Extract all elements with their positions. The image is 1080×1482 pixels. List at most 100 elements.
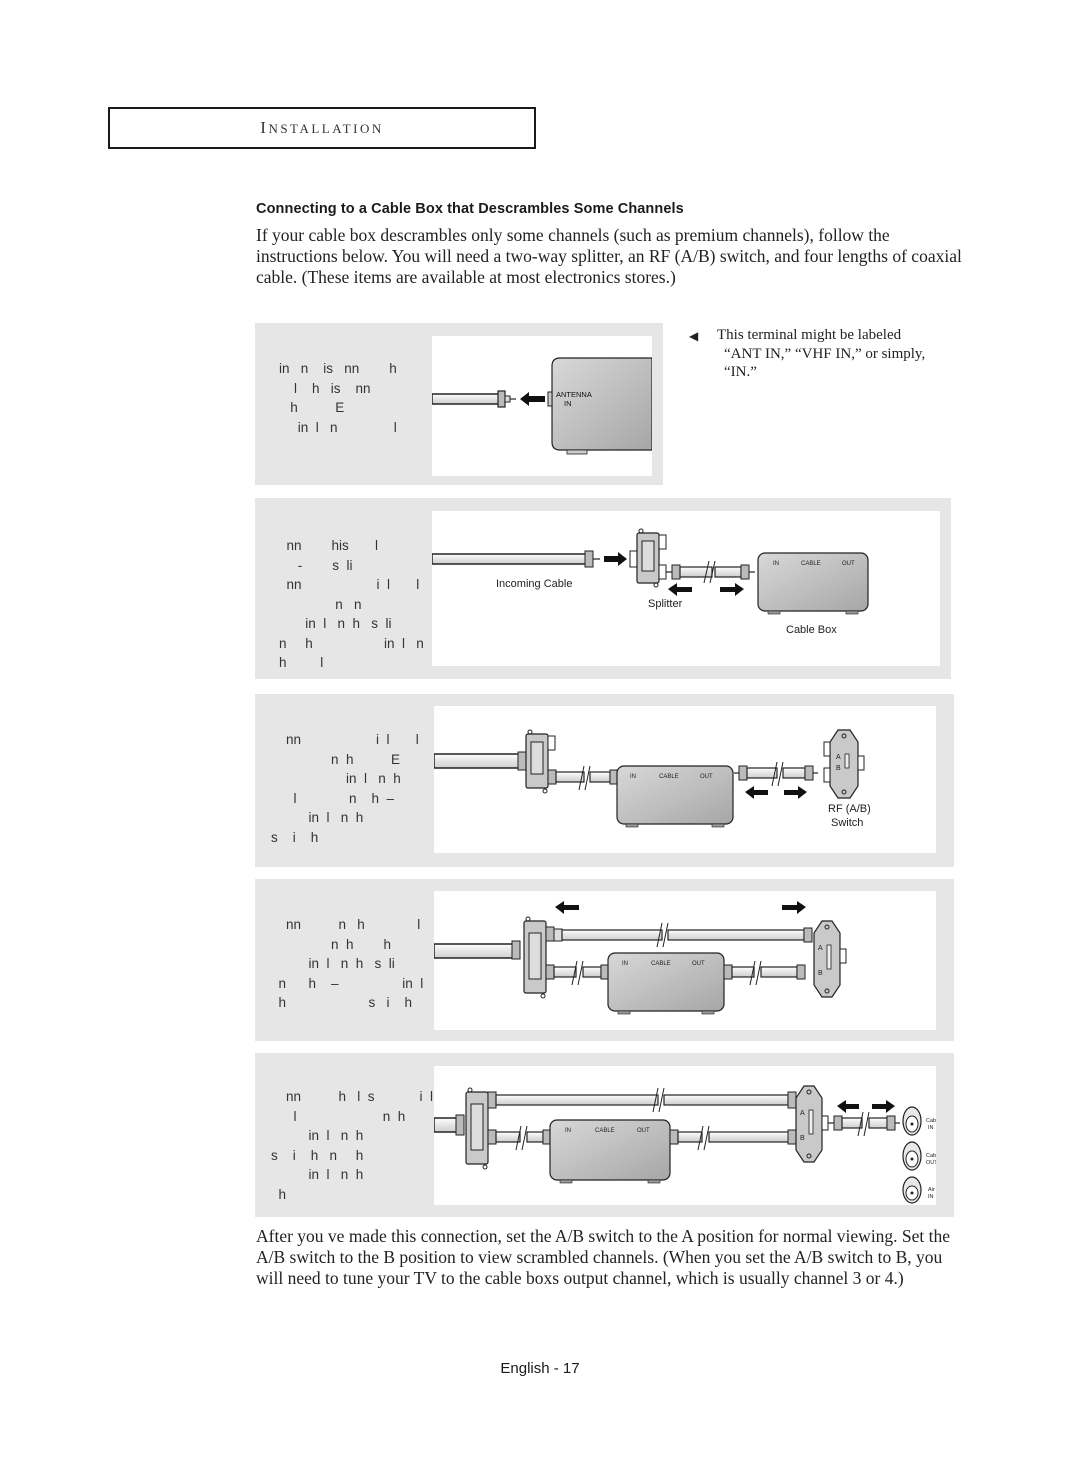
note-line: This terminal might be labeled [717, 327, 902, 343]
diagram-shape [821, 1115, 829, 1131]
diagram-shape [658, 1087, 665, 1113]
diagram-label: IN [565, 1128, 571, 1134]
arrow-right-icon [604, 552, 627, 566]
outro-paragraph: After you ve made this connection, set t… [256, 1226, 951, 1288]
step-2-diagram: Incoming Cable Splitter IN CABLE OUT Cab… [431, 511, 940, 666]
diagram-shape [667, 929, 805, 941]
diagram-shape [497, 390, 506, 408]
rf-switch-label: Switch [831, 817, 863, 829]
diagram-shape [787, 1091, 797, 1109]
cable-box-label: Cable Box [786, 624, 837, 636]
diagram-shape [703, 1125, 710, 1151]
diagram-shape [617, 1010, 631, 1015]
diagram-shape [777, 761, 784, 787]
diagram-shape [738, 765, 748, 781]
diagram-shape [731, 966, 755, 978]
step-5-text: nn h l s i l l n h in l n h s i h n h in… [271, 1089, 434, 1202]
diagram-label: IN [928, 1194, 934, 1200]
diagram-shape [495, 1131, 521, 1143]
diagram-shape [431, 553, 588, 565]
diagram-shape [658, 534, 667, 550]
diagram-label: IN [773, 561, 779, 567]
diagram-shape [863, 1111, 870, 1137]
step-panel-4: nn n h l n h h in l n h s li n h – in l … [255, 879, 954, 1041]
diagram-shape [746, 767, 778, 779]
diagram-shape [826, 944, 832, 970]
step-3-text: nn i l l n h E in l n h l n h – in l n h… [271, 732, 419, 845]
diagram-shape [433, 943, 515, 959]
diagram-shape [604, 552, 627, 566]
diagram-shape [823, 767, 831, 783]
diagram-shape [910, 1157, 914, 1161]
diagram-label: CABLE [659, 774, 679, 780]
step-panel-5: nn h l s i l l n h in l n h s i h n h in… [255, 1053, 954, 1217]
diagram-shape [530, 741, 544, 775]
diagram-shape [555, 901, 579, 914]
diagram-label: CABLE [595, 1128, 615, 1134]
arrow-right-icon [720, 583, 744, 596]
diagram-shape [740, 564, 750, 580]
coax-jumper [666, 560, 755, 584]
coax-jumper [545, 960, 609, 986]
diagram-label: Cable [926, 1153, 936, 1159]
diagram-shape [796, 964, 806, 980]
coax-jumper [828, 1111, 900, 1137]
incoming-cable [433, 1114, 465, 1136]
diagram-shape [609, 769, 618, 785]
diagram-shape [555, 771, 585, 783]
diagram-shape [511, 940, 521, 960]
antenna-in-sublabel: IN [564, 399, 572, 408]
diagram-label: IN [630, 774, 636, 780]
splitter [523, 916, 547, 999]
incoming-cable [433, 751, 527, 771]
arrow-right-icon [872, 1100, 895, 1113]
diagram-shape [547, 735, 556, 751]
diagram-shape [559, 1179, 573, 1184]
diagram-shape [808, 1109, 814, 1135]
diagram-shape [641, 540, 655, 572]
cable-box: IN CABLE OUT [549, 1119, 671, 1184]
diagram-shape [701, 1010, 715, 1015]
diagram-shape [782, 767, 806, 779]
diagram-label: A [800, 1110, 805, 1117]
diagram-label: Air [928, 1187, 935, 1193]
splitter-label: Splitter [648, 598, 683, 610]
diagram-shape [823, 741, 831, 757]
diagram-shape [845, 610, 859, 615]
diagram-shape [910, 1191, 914, 1195]
diagram-shape [839, 948, 847, 964]
step-4-diagram: IN CABLE OUT A B [433, 891, 936, 1030]
diagram-shape [803, 927, 813, 943]
diagram-label: OUT [700, 774, 713, 780]
arrow-left-icon [668, 583, 692, 596]
diagram-shape [547, 769, 557, 785]
diagram-shape [868, 1117, 888, 1129]
diagram-shape [669, 1129, 679, 1145]
diagram-shape [487, 1091, 497, 1109]
diagram-shape [482, 1164, 488, 1170]
coax-jumper [734, 761, 818, 787]
cable-box: IN CABLE OUT [757, 552, 869, 615]
diagram-shape [553, 928, 563, 942]
antenna-in-label: ANTENNA [556, 390, 592, 399]
diagram-label: IN [928, 1125, 934, 1131]
diagram-shape [658, 564, 667, 580]
page-number: English - 17 [500, 1360, 580, 1377]
coax-cable [431, 393, 501, 405]
cable-connector [497, 390, 516, 408]
step-panel-1: in n is nn h l h is nn h E in l n l ANTE… [255, 323, 663, 485]
diagram-shape [833, 1115, 843, 1131]
diagram-shape [720, 583, 744, 596]
diagram-shape [553, 966, 577, 978]
diagram-label: Cable [926, 1118, 936, 1124]
diagram-shape [745, 786, 768, 799]
diagram-shape [589, 771, 611, 783]
incoming-cable [431, 550, 600, 568]
diagram-shape [671, 564, 681, 580]
diagram-shape [857, 755, 865, 771]
rf-ab-switch: A B [823, 729, 865, 799]
coax-cable-top [545, 922, 813, 948]
intro-paragraph: If your cable box descrambles only some … [256, 225, 962, 287]
diagram-label: OUT [926, 1160, 936, 1166]
step-panel-3: nn i l l n h E in l n h l n h – in l n h… [255, 694, 954, 867]
